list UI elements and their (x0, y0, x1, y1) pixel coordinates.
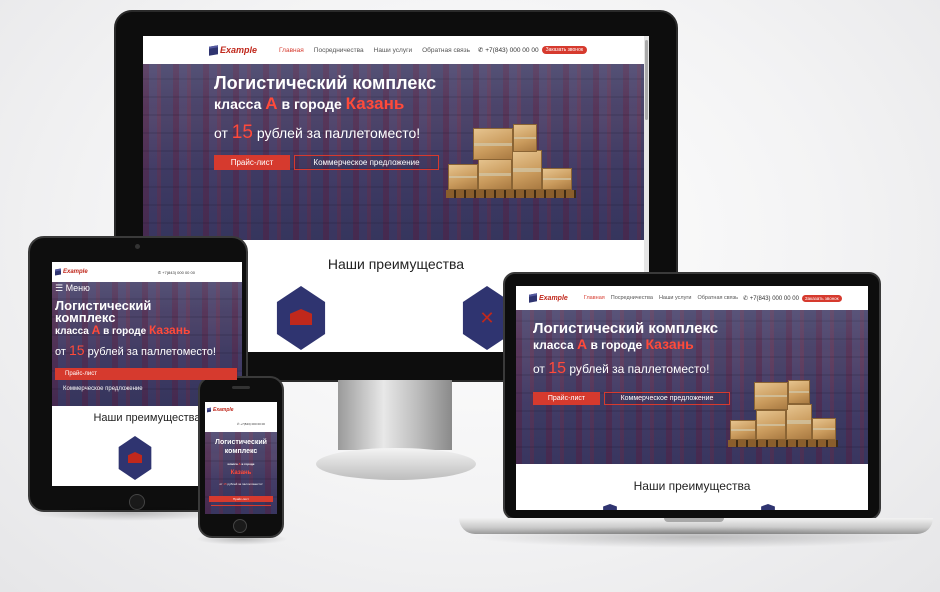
price-list-button[interactable]: Прайс-лист (55, 368, 237, 380)
hero-subtitle: класса А в городе Казань (55, 323, 191, 337)
hex-icon (603, 504, 617, 510)
box-graphic (812, 418, 836, 440)
logo[interactable]: Example (529, 293, 568, 303)
box-graphic (448, 164, 478, 190)
hero-price: от 15 рублей за паллетоместо! (214, 122, 421, 143)
box-graphic (786, 404, 812, 440)
commercial-offer-button[interactable] (211, 505, 271, 511)
hero-banner: Логистический комплекс класса А в городе… (516, 310, 868, 464)
phone-number[interactable]: ✆ +7(843) 000 00 00 (478, 46, 539, 54)
phone-number[interactable]: ✆ +7(843) 000 00 00 (743, 295, 799, 302)
phone-number[interactable]: ✆ +7(843) 000 00 00 (237, 422, 265, 426)
hero-price: от 15 рублей за паллетоместо! (533, 360, 710, 377)
callback-button[interactable]: Заказать звонок (801, 294, 842, 302)
box-graphic (788, 380, 810, 404)
commercial-offer-button[interactable]: Коммерческое предложение (604, 392, 730, 405)
nav-link-advantages[interactable]: Посредничества (314, 47, 364, 54)
hero-title: Логистический комплекс (215, 439, 267, 455)
site-nav: Example (205, 402, 277, 418)
logo-cube-icon (529, 293, 537, 303)
logo[interactable]: Example (207, 407, 234, 413)
hero-banner: Логистический комплекс класса А в городе… (143, 64, 649, 240)
nav-link-advantages[interactable]: Посредничества (611, 295, 653, 301)
phone-home-button[interactable] (233, 519, 247, 533)
phone-speaker (232, 386, 250, 389)
hex-icon (761, 504, 775, 510)
hero-title: Логистический комплекс (55, 298, 152, 325)
tablet-camera (135, 244, 140, 249)
nav-link-home[interactable]: Главная (279, 47, 304, 54)
site-nav: Example Главная Посредничества Наши услу… (516, 286, 868, 310)
price-list-button[interactable]: Прайс-лист (214, 155, 290, 170)
hero-price: от 15 рублей за паллетоместо! (55, 342, 216, 358)
logo-cube-icon (207, 407, 211, 413)
nav-link-contact[interactable]: Обратная связь (697, 295, 738, 301)
site-nav: Example ✆ +7(843) 000 00 00 (52, 262, 242, 282)
logo-cube-icon (209, 44, 218, 56)
hero-title: Логистический комплекс (533, 320, 719, 337)
logo[interactable]: Example (209, 44, 257, 56)
box-graphic (756, 410, 786, 440)
pallet-graphic (446, 190, 576, 198)
hero-subtitle: класса А в городе Казань (533, 336, 694, 352)
logo[interactable]: Example (55, 268, 88, 276)
callback-button[interactable]: Заказать звонок (541, 46, 588, 54)
monitor-stand-base (316, 448, 476, 480)
phone-icon: ✆ (743, 295, 750, 302)
monitor-stand-neck (338, 380, 452, 450)
warehouse-hex-icon (276, 286, 326, 350)
hero-subtitle: класса А в городе Казань (214, 94, 405, 113)
box-graphic (542, 168, 572, 190)
box-graphic (730, 420, 756, 440)
laptop-notch (664, 518, 724, 522)
price-list-button[interactable]: Прайс-лист (209, 496, 273, 502)
nav-link-contact[interactable]: Обратная связь (422, 47, 470, 54)
hero-banner: Логистический комплекс класса А в городе… (205, 432, 277, 514)
phone-screen: Example ✆ +7(843) 000 00 00 Логистически… (205, 402, 277, 514)
box-graphic (754, 382, 788, 410)
box-graphic (473, 128, 513, 160)
nav-link-services[interactable]: Наши услуги (659, 295, 692, 301)
nav-link-home[interactable]: Главная (584, 295, 605, 301)
warehouse-hex-icon (118, 436, 152, 480)
box-graphic (478, 158, 512, 190)
price-list-button[interactable]: Прайс-лист (533, 392, 600, 405)
pallet-graphic (728, 440, 838, 447)
site-nav: Example Главная Посредничества Наши услу… (143, 36, 649, 64)
hamburger-icon: ☰ (55, 283, 66, 293)
hero-subtitle: класса А в городе (227, 462, 255, 466)
commercial-offer-button[interactable]: Коммерческое предложение (63, 386, 143, 392)
box-graphic (512, 150, 542, 190)
logo-cube-icon (55, 268, 61, 276)
box-graphic (513, 124, 537, 152)
hero-title: Логистический комплекс (214, 73, 437, 93)
advantages-heading: Наши преимущества (633, 479, 751, 493)
laptop-screen: Example Главная Посредничества Наши услу… (516, 286, 868, 510)
hero-price: от 15 рублей за паллетоместо! (219, 482, 263, 486)
menu-toggle[interactable]: ☰ Меню (55, 283, 90, 294)
hero-city: Казань (230, 470, 252, 476)
nav-link-services[interactable]: Наши услуги (374, 47, 412, 54)
expand-arrows-icon: ✕ (479, 308, 495, 328)
commercial-offer-button[interactable]: Коммерческое предложение (294, 155, 439, 170)
phone-number[interactable]: ✆ +7(843) 000 00 00 (158, 270, 195, 275)
